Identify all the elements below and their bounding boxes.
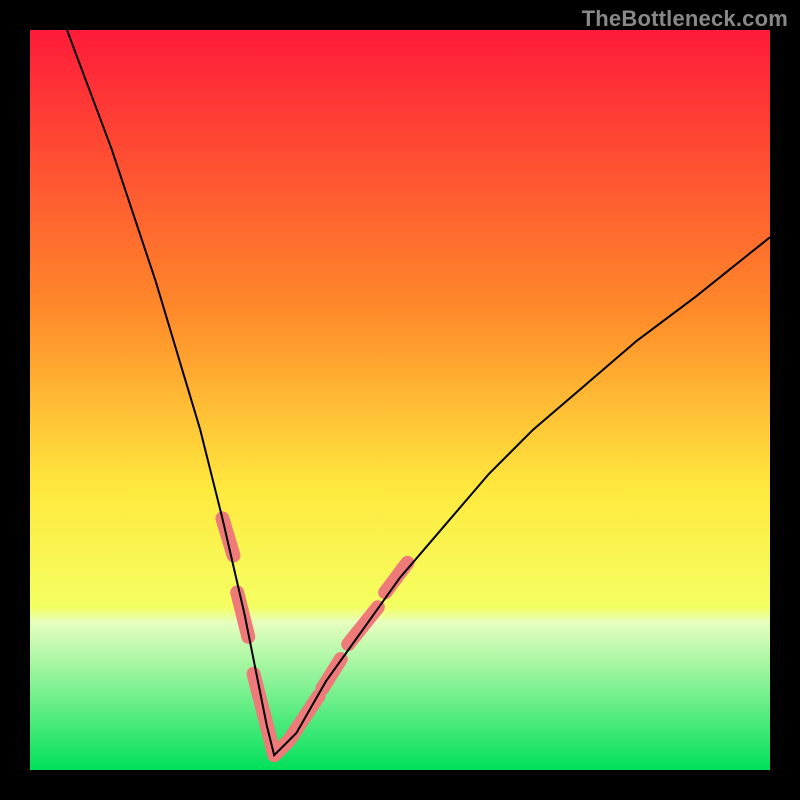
- chart-svg: [30, 30, 770, 770]
- gradient-background: [30, 30, 770, 770]
- watermark-text: TheBottleneck.com: [582, 6, 788, 32]
- plot-area: [30, 30, 770, 770]
- outer-frame: TheBottleneck.com: [0, 0, 800, 800]
